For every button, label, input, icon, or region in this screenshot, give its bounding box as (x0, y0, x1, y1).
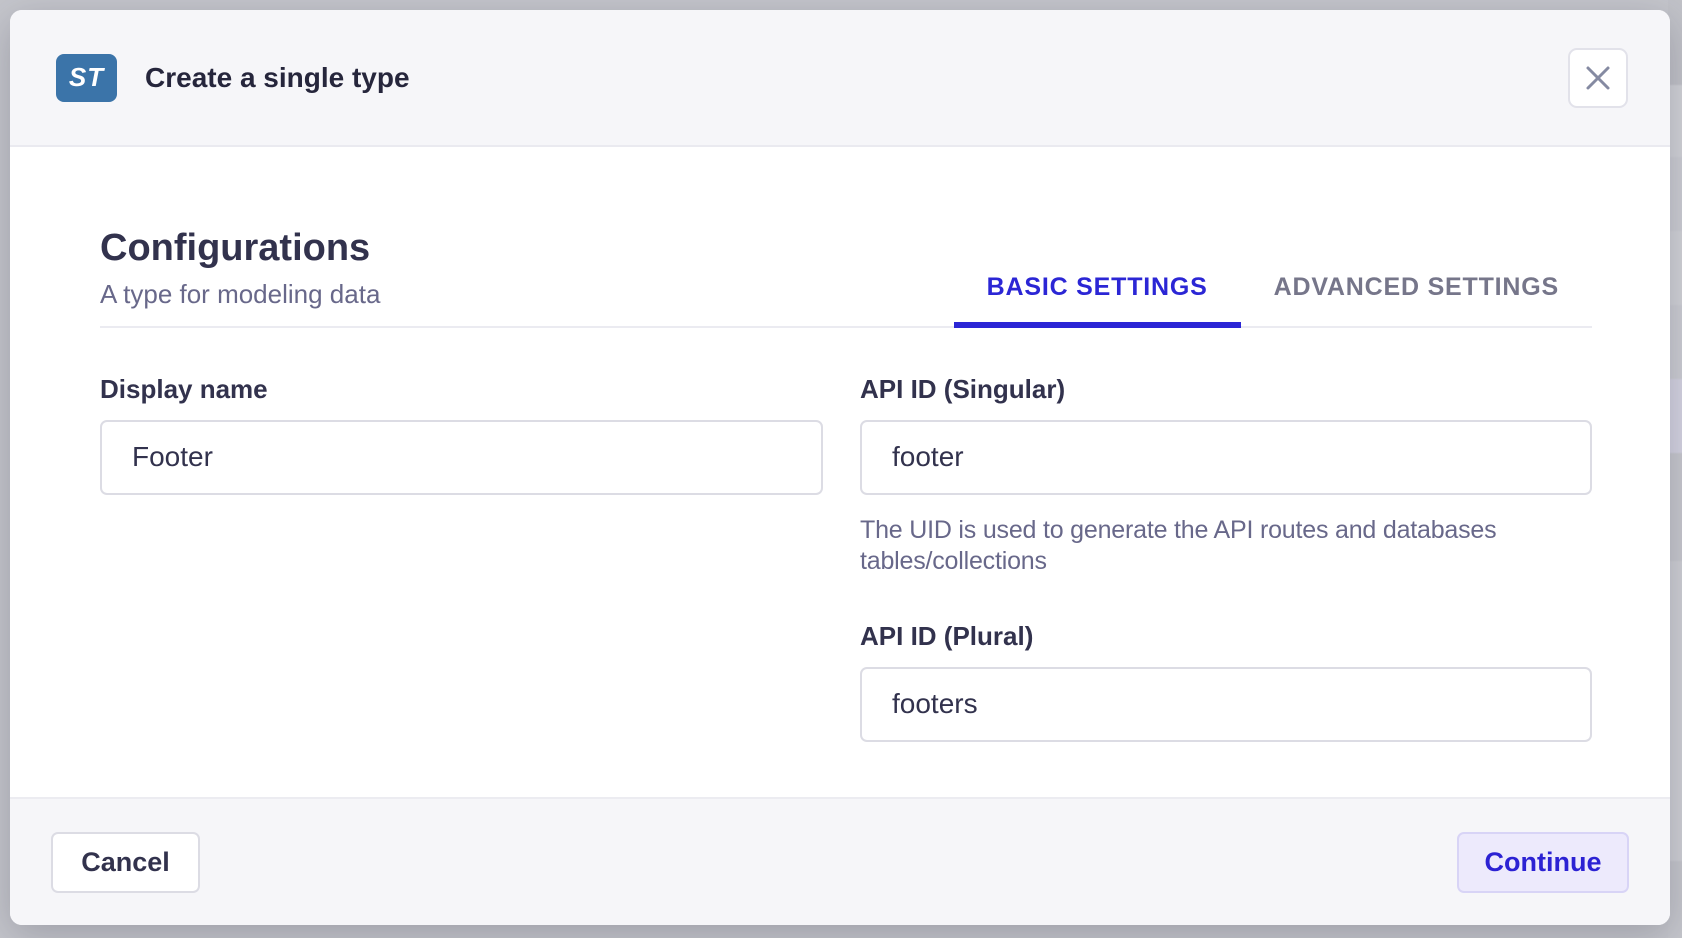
modal-header: ST Create a single type (10, 10, 1670, 147)
api-id-plural-label: API ID (Plural) (860, 621, 1592, 652)
configurations-titles: Configurations A type for modeling data (100, 227, 380, 326)
section-title: Configurations (100, 227, 380, 271)
cancel-button[interactable]: Cancel (51, 832, 200, 893)
display-name-label: Display name (100, 374, 823, 405)
modal-footer: Cancel Continue (10, 797, 1670, 925)
api-id-singular-helper: The UID is used to generate the API rout… (860, 515, 1580, 577)
display-name-input[interactable] (100, 420, 823, 495)
configuration-form: Display name API ID (Singular) The UID i… (100, 374, 1592, 742)
api-id-singular-label: API ID (Singular) (860, 374, 1592, 405)
section-subtitle: A type for modeling data (100, 279, 380, 310)
api-id-singular-input[interactable] (860, 420, 1592, 495)
settings-tabs: BASIC SETTINGS ADVANCED SETTINGS (954, 273, 1592, 326)
page-background: { "modal": { "header": { "badge": "ST", … (0, 0, 1682, 938)
tab-advanced-settings[interactable]: ADVANCED SETTINGS (1241, 273, 1592, 328)
continue-button[interactable]: Continue (1457, 832, 1629, 893)
create-single-type-modal: ST Create a single type Configurations A… (10, 10, 1670, 925)
single-type-badge-label: ST (69, 62, 104, 93)
dimmed-page-edge (1668, 0, 1682, 938)
field-spacer (860, 577, 1592, 621)
close-button[interactable] (1568, 48, 1628, 108)
modal-body: Configurations A type for modeling data … (10, 147, 1670, 797)
api-id-field-group: API ID (Singular) The UID is used to gen… (860, 374, 1592, 742)
configurations-header-row: Configurations A type for modeling data … (100, 227, 1592, 328)
close-icon (1585, 65, 1611, 91)
display-name-field-group: Display name (100, 374, 823, 742)
tab-basic-settings[interactable]: BASIC SETTINGS (954, 273, 1241, 328)
api-id-plural-input[interactable] (860, 667, 1592, 742)
single-type-badge: ST (56, 54, 117, 102)
modal-title: Create a single type (145, 62, 410, 94)
